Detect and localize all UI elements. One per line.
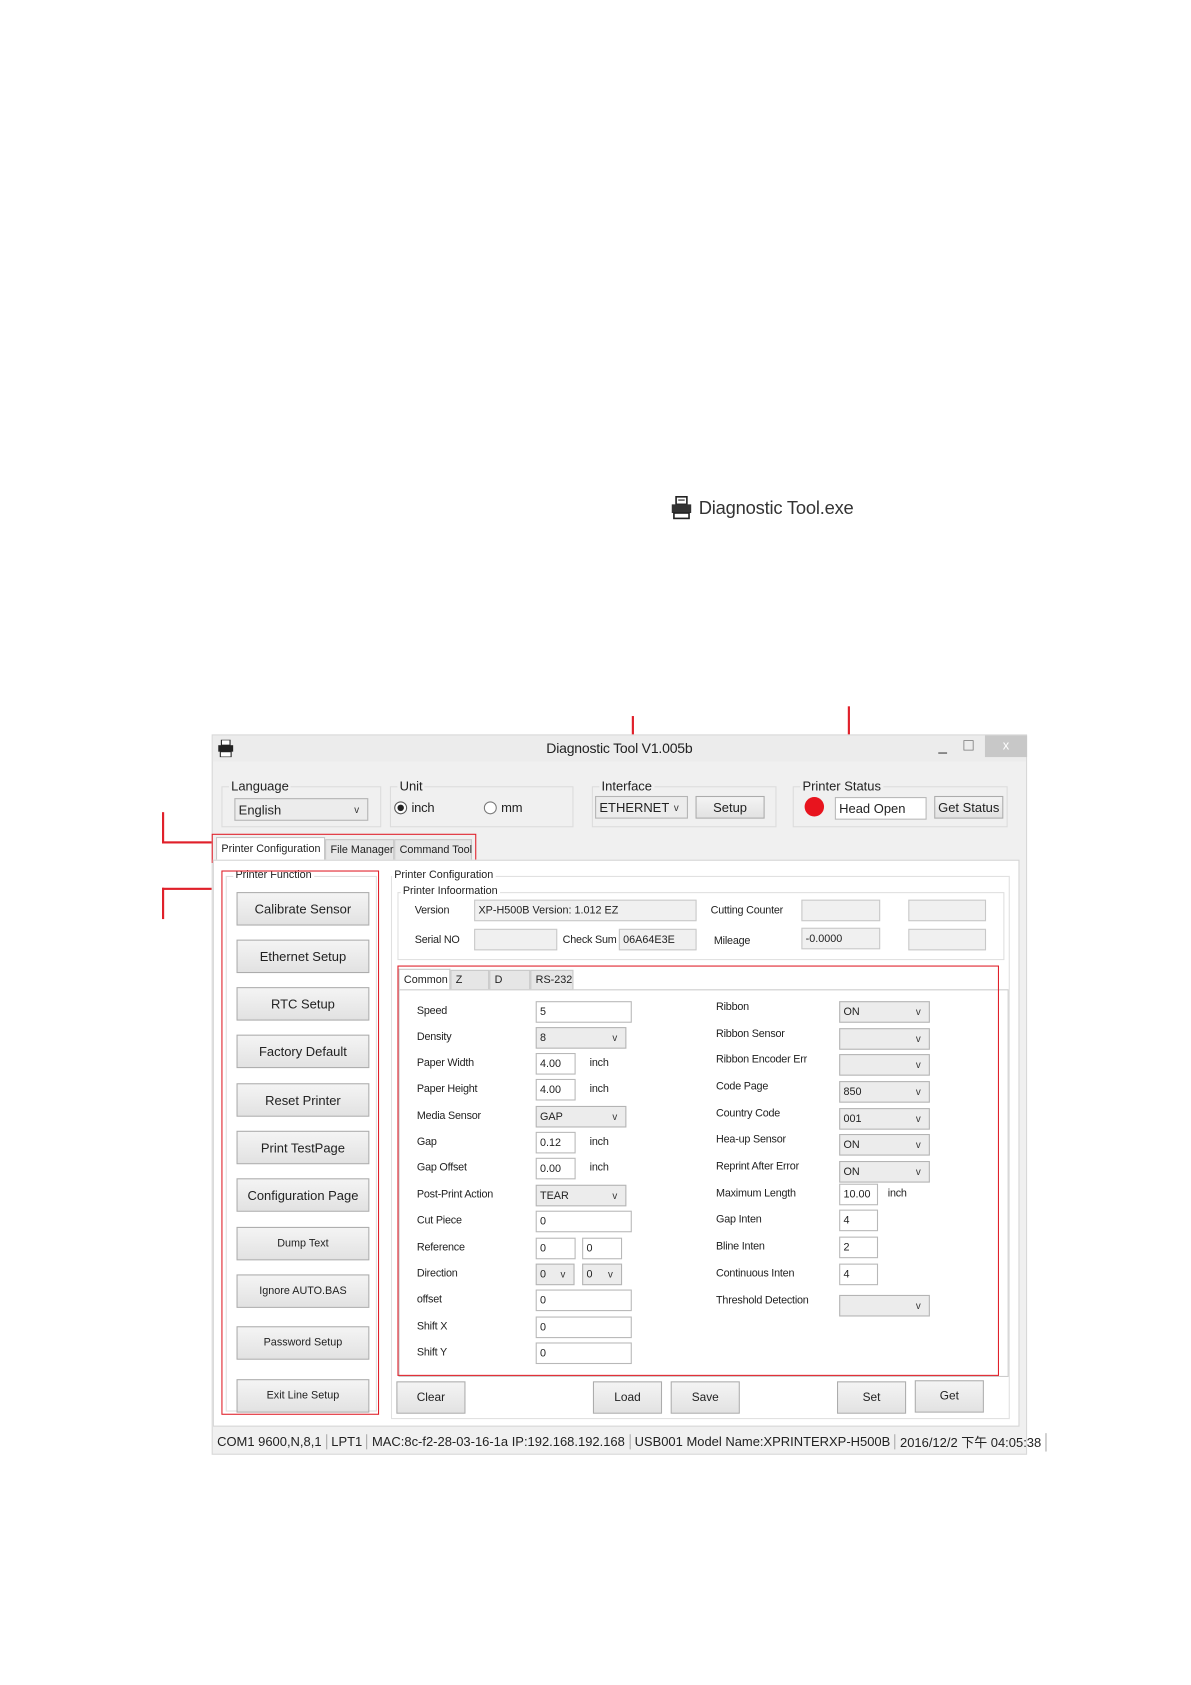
cutting-counter-field — [801, 899, 881, 922]
language-label: Language — [228, 778, 291, 794]
annotation-line — [162, 887, 164, 920]
language-select[interactable]: English v — [234, 798, 369, 821]
printer-status-group: Printer Status Head Open Get Status — [792, 778, 1008, 828]
load-button[interactable]: Load — [592, 1381, 663, 1414]
annotation-line — [162, 812, 164, 844]
minimize-button[interactable]: _ — [939, 738, 947, 753]
unit-mm-radio[interactable] — [483, 801, 497, 815]
get-button[interactable]: Get — [914, 1380, 984, 1413]
annotation-box — [397, 965, 1000, 1376]
mileage-label: Mileage — [713, 935, 751, 948]
unit-inch-radio[interactable] — [394, 801, 408, 815]
set-button[interactable]: Set — [837, 1381, 907, 1414]
title-bar: Diagnostic Tool V1.005b _ ☐ x — [212, 735, 1028, 762]
printer-icon[interactable] — [670, 495, 694, 520]
printer-status-field: Head Open — [834, 797, 927, 820]
chevron-down-icon: v — [673, 801, 679, 813]
language-group: Language English v — [221, 778, 382, 828]
printer-information-label: Printer Infoormation — [400, 884, 500, 900]
status-indicator-icon — [804, 797, 825, 817]
desktop-icon-label[interactable]: Diagnostic Tool.exe — [699, 498, 854, 520]
unit-label: Unit — [397, 778, 425, 794]
window-title: Diagnostic Tool V1.005b — [546, 739, 693, 756]
status-datetime: 2016/12/2 下午 04:05:38 — [896, 1432, 1047, 1451]
unit-mm-label: mm — [501, 800, 523, 816]
interface-value: ETHERNET — [599, 799, 670, 815]
printer-status-label: Printer Status — [800, 778, 884, 794]
check-sum-label: Check Sum — [562, 934, 617, 947]
annotation-box — [221, 870, 380, 1415]
printer-configuration-label: Printer Configuration — [392, 868, 496, 884]
serial-no-field — [474, 928, 558, 951]
status-network: MAC:8c-f2-28-03-16-1a IP:192.168.192.168 — [368, 1434, 631, 1450]
printer-configuration-panel: Printer Function Calibrate Sensor Etherne… — [212, 859, 1020, 1427]
interface-group: Interface ETHERNET v Setup — [591, 778, 777, 828]
annotation-box — [211, 833, 477, 863]
interface-label: Interface — [599, 778, 655, 794]
check-sum-field: 06A64E3E — [618, 928, 697, 951]
annotation-line — [162, 841, 212, 843]
maximize-button[interactable]: ☐ — [962, 738, 975, 754]
mileage-field: -0.0000 — [801, 927, 881, 950]
clear-button[interactable]: Clear — [396, 1381, 466, 1414]
serial-no-label: Serial NO — [414, 934, 460, 947]
cutting-counter-extra-field — [908, 899, 987, 922]
language-value: English — [238, 801, 282, 818]
version-label: Version — [414, 905, 450, 917]
status-usb-model: USB001 Model Name:XPRINTERXP-H500B — [630, 1434, 896, 1450]
status-com: COM1 9600,N,8,1 — [213, 1434, 327, 1450]
chevron-down-icon: v — [354, 804, 360, 815]
version-field: XP-H500B Version: 1.012 EZ — [474, 899, 697, 922]
status-lpt: LPT1 — [327, 1434, 368, 1450]
save-button[interactable]: Save — [670, 1381, 740, 1414]
mileage-extra-field — [908, 928, 987, 951]
interface-select[interactable]: ETHERNET v — [595, 795, 688, 819]
status-bar: COM1 9600,N,8,1 LPT1 MAC:8c-f2-28-03-16-… — [213, 1429, 1047, 1455]
diagnostic-tool-window: Diagnostic Tool V1.005b _ ☐ x Language E… — [211, 734, 1047, 1455]
get-status-button[interactable]: Get Status — [934, 795, 1004, 819]
interface-setup-button[interactable]: Setup — [695, 795, 765, 819]
unit-inch-label: inch — [411, 800, 435, 816]
cutting-counter-label: Cutting Counter — [710, 905, 784, 917]
close-button[interactable]: x — [984, 735, 1028, 758]
unit-group: Unit inch mm — [389, 778, 574, 828]
